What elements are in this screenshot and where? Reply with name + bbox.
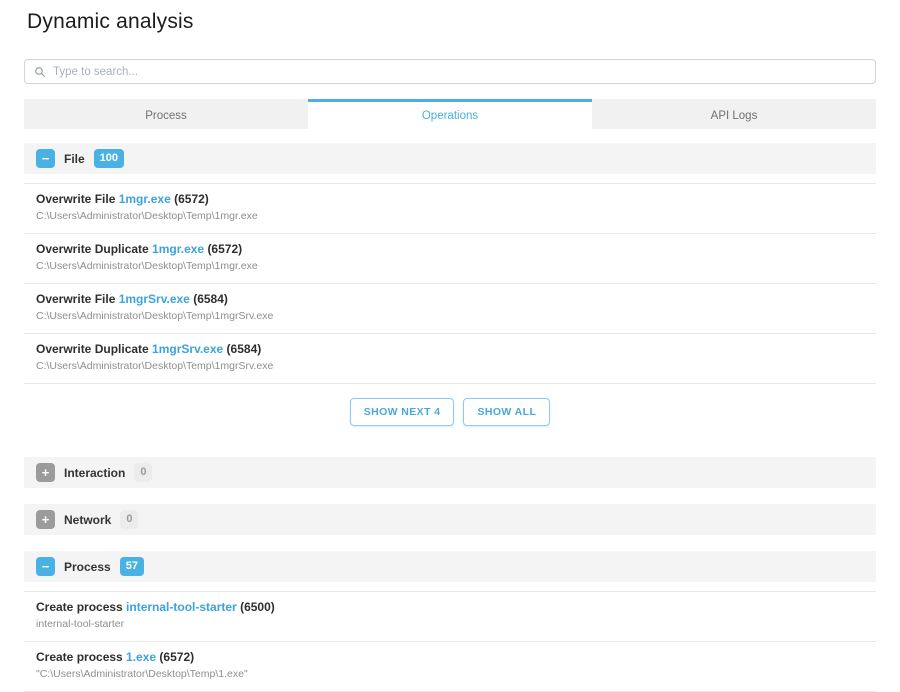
section-title: Interaction [64, 466, 125, 480]
section-process: − Process 57 Create process internal-too… [24, 551, 876, 692]
operation-action: Create process [36, 650, 126, 664]
section-title: Network [64, 513, 111, 527]
section-title: File [64, 152, 85, 166]
operation-rows: Overwrite File 1mgr.exe (6572) C:\Users\… [24, 183, 876, 384]
operation-row: Overwrite File 1mgr.exe (6572) C:\Users\… [24, 184, 876, 234]
operation-rows: Create process internal-tool-starter (65… [24, 591, 876, 692]
operation-row: Overwrite Duplicate 1mgr.exe (6572) C:\U… [24, 234, 876, 284]
section-header-interaction[interactable]: + Interaction 0 [24, 457, 876, 488]
process-link[interactable]: 1mgr.exe [119, 192, 171, 206]
operation-row: Create process internal-tool-starter (65… [24, 592, 876, 642]
show-all-button[interactable]: SHOW ALL [463, 398, 550, 426]
operation-title: Overwrite File 1mgrSrv.exe (6584) [36, 292, 864, 307]
tab-bar: Process Operations API Logs [24, 99, 876, 129]
section-header-process[interactable]: − Process 57 [24, 551, 876, 582]
count-badge: 0 [134, 463, 152, 482]
section-file: − File 100 Overwrite File 1mgr.exe (6572… [24, 143, 876, 441]
count-badge: 100 [94, 149, 124, 168]
operation-path: C:\Users\Administrator\Desktop\Temp\1mgr… [36, 260, 864, 273]
operation-action: Overwrite File [36, 192, 119, 206]
section-title: Process [64, 560, 111, 574]
tab-label: Process [145, 110, 187, 122]
page-title: Dynamic analysis [27, 8, 876, 36]
collapse-icon[interactable]: − [36, 557, 55, 576]
process-link[interactable]: 1mgrSrv.exe [119, 292, 190, 306]
operation-row: Create process 1.exe (6572) "C:\Users\Ad… [24, 642, 876, 692]
process-pid: (6572) [159, 650, 194, 664]
search-box[interactable] [24, 59, 876, 84]
process-link[interactable]: 1mgrSrv.exe [152, 342, 223, 356]
tab-label: API Logs [711, 110, 758, 122]
collapse-icon[interactable]: − [36, 149, 55, 168]
operation-path: C:\Users\Administrator\Desktop\Temp\1mgr… [36, 210, 864, 223]
operations-sections: − File 100 Overwrite File 1mgr.exe (6572… [24, 143, 876, 692]
process-link[interactable]: 1mgr.exe [152, 242, 204, 256]
operation-action: Overwrite Duplicate [36, 342, 152, 356]
search-icon [34, 66, 46, 78]
count-badge: 0 [120, 510, 138, 529]
expand-icon[interactable]: + [36, 510, 55, 529]
section-header-network[interactable]: + Network 0 [24, 504, 876, 535]
tab-label: Operations [422, 110, 478, 122]
tab-process[interactable]: Process [24, 99, 308, 129]
operation-path: C:\Users\Administrator\Desktop\Temp\1mgr… [36, 310, 864, 323]
section-interaction: + Interaction 0 [24, 457, 876, 488]
operation-title: Create process internal-tool-starter (65… [36, 600, 864, 615]
process-link[interactable]: 1.exe [126, 650, 156, 664]
process-link[interactable]: internal-tool-starter [126, 600, 237, 614]
process-pid: (6572) [207, 242, 242, 256]
dynamic-analysis-page: Dynamic analysis Process Operations API Lo… [0, 8, 900, 692]
expand-icon[interactable]: + [36, 463, 55, 482]
operation-title: Overwrite File 1mgr.exe (6572) [36, 192, 864, 207]
process-pid: (6584) [227, 342, 262, 356]
operation-title: Overwrite Duplicate 1mgr.exe (6572) [36, 242, 864, 257]
process-pid: (6584) [193, 292, 228, 306]
operation-action: Create process [36, 600, 126, 614]
tab-api-logs[interactable]: API Logs [592, 99, 876, 129]
operation-path: internal-tool-starter [36, 618, 864, 631]
operation-path: C:\Users\Administrator\Desktop\Temp\1mgr… [36, 360, 864, 373]
show-buttons-row: SHOW NEXT 4 SHOW ALL [24, 384, 876, 441]
section-network: + Network 0 [24, 504, 876, 535]
process-pid: (6500) [240, 600, 275, 614]
operation-action: Overwrite Duplicate [36, 242, 152, 256]
tab-operations[interactable]: Operations [308, 99, 592, 129]
operation-row: Overwrite Duplicate 1mgrSrv.exe (6584) C… [24, 334, 876, 384]
operation-title: Create process 1.exe (6572) [36, 650, 864, 665]
count-badge: 57 [120, 557, 144, 576]
search-input[interactable] [53, 66, 866, 78]
operation-path: "C:\Users\Administrator\Desktop\Temp\1.e… [36, 668, 864, 681]
operation-title: Overwrite Duplicate 1mgrSrv.exe (6584) [36, 342, 864, 357]
process-pid: (6572) [174, 192, 209, 206]
show-next-4-button[interactable]: SHOW NEXT 4 [350, 398, 455, 426]
section-header-file[interactable]: − File 100 [24, 143, 876, 174]
operation-row: Overwrite File 1mgrSrv.exe (6584) C:\Use… [24, 284, 876, 334]
operation-action: Overwrite File [36, 292, 119, 306]
